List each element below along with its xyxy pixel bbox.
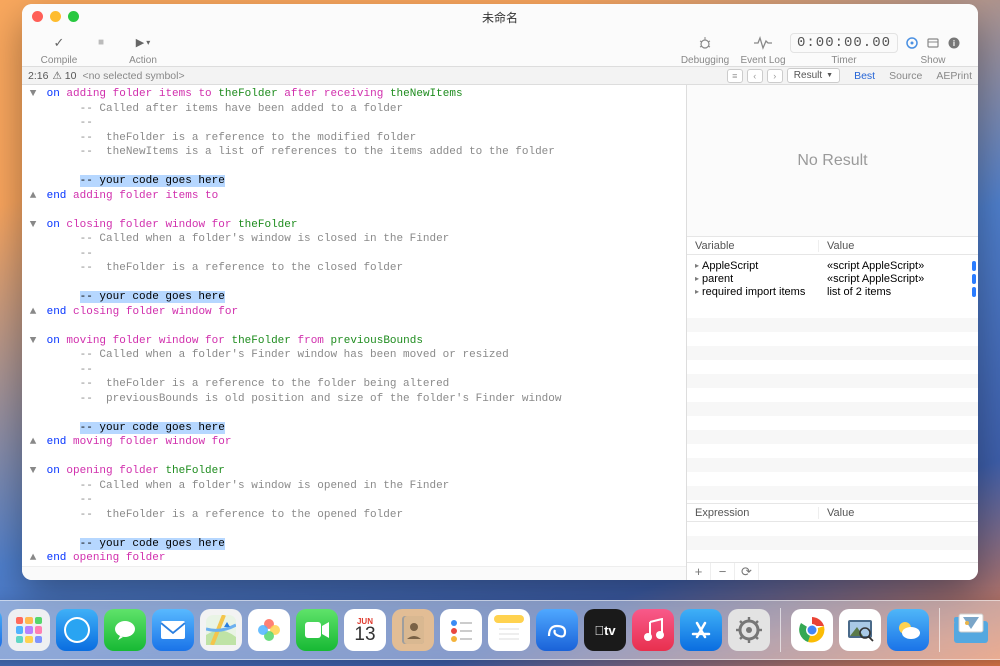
dock-notes[interactable]	[488, 609, 530, 651]
refresh-button[interactable]: ⟳	[735, 563, 759, 581]
variables-empty-rows	[687, 304, 978, 504]
dock-maps[interactable]	[200, 609, 242, 651]
stop-button[interactable]: ■	[86, 33, 116, 66]
nav-fwd-button[interactable]: ›	[767, 69, 783, 83]
horizontal-scrollbar[interactable]	[22, 566, 686, 580]
dock-launchpad[interactable]	[8, 609, 50, 651]
remove-expression-button[interactable]: −	[711, 563, 735, 581]
nav-back-button[interactable]: ‹	[747, 69, 763, 83]
cursor-position: 2:16	[28, 70, 48, 82]
minimize-window-button[interactable]	[50, 11, 61, 22]
dock-reminders[interactable]	[440, 609, 482, 651]
debug-toggle[interactable]: Debugging	[678, 33, 732, 66]
pulse-icon	[753, 33, 773, 53]
window-title: 未命名	[482, 9, 518, 26]
svg-text:i: i	[953, 39, 955, 48]
dock-appstore[interactable]	[680, 609, 722, 651]
dock-contacts[interactable]	[392, 609, 434, 651]
dock-separator-2	[939, 608, 940, 652]
play-icon: ▶▾	[136, 33, 150, 53]
symbol-dropdown[interactable]: <no selected symbol>	[82, 70, 184, 82]
traffic-lights	[32, 11, 79, 22]
result-dropdown[interactable]: Result▼	[787, 68, 840, 83]
dock-photos[interactable]	[248, 609, 290, 651]
eventlog-toggle[interactable]: Event Log	[736, 33, 790, 66]
compile-button[interactable]: ✓ Compile	[32, 33, 86, 66]
result-pane: No Result	[687, 85, 978, 237]
dock-chrome[interactable]	[791, 609, 833, 651]
stop-icon: ■	[98, 33, 104, 53]
variable-row[interactable]: ▸parent«script AppleScript»	[687, 272, 978, 285]
dock-music[interactable]	[632, 609, 674, 651]
action-menu[interactable]: ▶▾ Action	[116, 33, 170, 66]
dock-safari[interactable]	[56, 609, 98, 651]
timer-display: 0:00:00.00 Timer	[794, 33, 894, 66]
error-count[interactable]: ⚠︎ 10	[52, 70, 76, 82]
close-window-button[interactable]	[32, 11, 43, 22]
dock-downloads[interactable]	[950, 609, 992, 651]
bug-icon	[697, 33, 713, 53]
add-expression-button[interactable]: +	[687, 563, 711, 581]
dock-tv[interactable]: tv	[584, 609, 626, 651]
show-menu[interactable]: i Show	[898, 33, 968, 66]
expressions-header: Expression Value	[687, 504, 978, 522]
expressions-empty-rows[interactable]	[687, 522, 978, 562]
dock-messages[interactable]	[104, 609, 146, 651]
dock-mail[interactable]	[152, 609, 194, 651]
tab-source[interactable]: Source	[889, 70, 922, 82]
navigation-bar: 2:16 ⚠︎ 10 <no selected symbol> ≡ ‹ › Re…	[22, 67, 978, 85]
dock-facetime[interactable]	[296, 609, 338, 651]
code-editor[interactable]: ▼ on adding folder items to theFolder af…	[22, 85, 686, 580]
toggle-side-button[interactable]: ≡	[727, 69, 743, 83]
variable-row[interactable]: ▸required import itemslist of 2 items	[687, 285, 978, 298]
dock-calendar[interactable]: JUN13	[344, 609, 386, 651]
sidebar-footer: + − ⟳	[687, 562, 978, 580]
titlebar[interactable]: 未命名	[22, 4, 978, 30]
content-area: ▼ on adding folder items to theFolder af…	[22, 85, 978, 580]
app-window: 未命名 ✓ Compile ■ ▶▾ Action Debugging	[22, 4, 978, 580]
dock-system-settings[interactable]	[728, 609, 770, 651]
dock-separator	[780, 608, 781, 652]
variables-table[interactable]: ▸AppleScript«script AppleScript»▸parent«…	[687, 255, 978, 304]
dock-preview[interactable]	[839, 609, 881, 651]
variables-header: Variable Value	[687, 237, 978, 255]
tab-aeprint[interactable]: AEPrint	[936, 70, 972, 82]
dock-finder[interactable]	[0, 609, 2, 651]
check-icon: ✓	[54, 33, 65, 53]
variable-row[interactable]: ▸AppleScript«script AppleScript»	[687, 259, 978, 272]
dock-freeform[interactable]	[536, 609, 578, 651]
macos-dock: JUN13 tv	[0, 600, 1000, 660]
tab-best[interactable]: Best	[854, 70, 875, 82]
dock-weather[interactable]	[887, 609, 929, 651]
panels-icon: i	[905, 33, 961, 53]
toolbar: ✓ Compile ■ ▶▾ Action Debugging	[22, 30, 978, 67]
results-sidebar: No Result Variable Value ▸AppleScript«sc…	[686, 85, 978, 580]
fullscreen-window-button[interactable]	[68, 11, 79, 22]
timer-value: 0:00:00.00	[790, 33, 898, 53]
